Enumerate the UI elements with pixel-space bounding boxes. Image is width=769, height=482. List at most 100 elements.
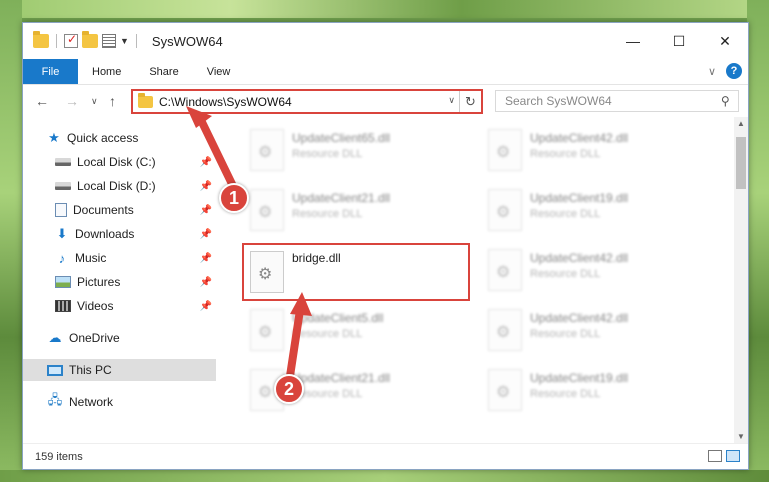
address-bar[interactable]: C:\Windows\SysWOW64 ∨ ↻ xyxy=(131,89,483,114)
pin-icon[interactable]: 📌 xyxy=(200,181,212,192)
file-type: Resource DLL xyxy=(530,328,601,340)
search-icon[interactable]: ⚲ xyxy=(721,94,730,108)
sidebar-item-documents[interactable]: Documents 📌 xyxy=(23,199,216,221)
desktop-background-right xyxy=(747,0,769,482)
file-name: UpdateClient42.dll xyxy=(530,251,629,265)
toolbar-divider xyxy=(56,34,57,48)
file-item[interactable]: UpdateClient42.dll Resource DLL xyxy=(476,305,696,355)
minimize-button[interactable]: — xyxy=(610,23,656,59)
sidebar-item-pictures[interactable]: Pictures 📌 xyxy=(23,271,216,293)
sidebar-item-videos[interactable]: Videos 📌 xyxy=(23,295,216,317)
recent-locations-chevron-icon[interactable]: ∨ xyxy=(91,96,98,107)
pin-icon[interactable]: 📌 xyxy=(200,277,212,288)
address-path[interactable]: C:\Windows\SysWOW64 xyxy=(159,95,292,109)
sidebar-item-local-disk-c[interactable]: Local Disk (C:) 📌 xyxy=(23,151,216,173)
tab-home[interactable]: Home xyxy=(78,59,135,84)
view-properties-icon[interactable] xyxy=(102,34,116,48)
address-dropdown-icon[interactable]: ∨ xyxy=(448,95,455,106)
file-type: Resource DLL xyxy=(292,388,363,400)
customize-toolbar-dropdown-icon[interactable]: ▼ xyxy=(120,36,129,46)
properties-check-icon[interactable] xyxy=(64,32,78,48)
file-item[interactable]: UpdateClient42.dll Resource DLL xyxy=(476,125,696,175)
sidebar-item-this-pc[interactable]: This PC xyxy=(23,359,216,381)
new-folder-icon[interactable] xyxy=(82,31,98,48)
file-item[interactable]: UpdateClient19.dll Resource DLL xyxy=(476,365,696,415)
dll-file-icon xyxy=(250,309,284,351)
tab-share[interactable]: Share xyxy=(135,59,192,84)
desktop-background-left xyxy=(0,0,22,482)
file-name: UpdateClient19.dll xyxy=(530,191,629,205)
folder-icon xyxy=(138,92,153,108)
details-view-icon[interactable] xyxy=(708,450,722,462)
tab-view[interactable]: View xyxy=(193,59,245,84)
dll-file-icon xyxy=(488,129,522,171)
status-bar: 159 items xyxy=(23,443,748,469)
pin-icon[interactable]: 📌 xyxy=(200,253,212,264)
file-item[interactable]: UpdateClient19.dll Resource DLL xyxy=(476,185,696,235)
sidebar-item-network[interactable]: 🖧 Network xyxy=(23,391,216,413)
sidebar-item-label: Pictures xyxy=(77,275,121,289)
network-icon: 🖧 xyxy=(47,392,63,407)
dll-file-icon xyxy=(250,129,284,171)
expand-ribbon-icon[interactable]: ∨ xyxy=(708,65,716,78)
sidebar-item-label: Quick access xyxy=(67,131,139,145)
folder-icon[interactable] xyxy=(33,31,49,48)
file-item-bridge-dll[interactable]: bridge.dll xyxy=(242,243,470,301)
sidebar-item-local-disk-d[interactable]: Local Disk (D:) 📌 xyxy=(23,175,216,197)
sidebar-item-quick-access[interactable]: ★ Quick access xyxy=(23,127,216,149)
sidebar-item-label: Network xyxy=(69,395,114,409)
scroll-down-icon[interactable]: ▼ xyxy=(734,432,748,441)
quick-access-toolbar: ▼ xyxy=(23,31,140,48)
sidebar-item-label: Local Disk (D:) xyxy=(77,179,156,193)
up-arrow-icon[interactable]: ↑ xyxy=(109,93,116,109)
videos-icon xyxy=(55,300,71,312)
disk-icon xyxy=(55,182,71,190)
pin-icon[interactable]: 📌 xyxy=(200,229,212,240)
window-title: SysWOW64 xyxy=(151,33,223,49)
navigation-pane: ★ Quick access Local Disk (C:) 📌 Local D… xyxy=(23,117,216,443)
file-item[interactable]: UpdateClient21.dll Resource DLL xyxy=(238,185,458,235)
ribbon-right-controls: ∨ ? xyxy=(708,63,742,79)
star-icon: ★ xyxy=(48,130,60,145)
refresh-icon[interactable]: ↻ xyxy=(459,91,481,112)
forward-arrow-icon[interactable]: → xyxy=(65,93,79,109)
back-arrow-icon[interactable]: ← xyxy=(35,93,49,109)
pin-icon[interactable]: 📌 xyxy=(200,157,212,168)
desktop-background-bottom xyxy=(0,470,769,482)
file-name: UpdateClient19.dll xyxy=(530,371,629,385)
search-box[interactable]: Search SysWOW64 ⚲ xyxy=(495,90,739,112)
scroll-up-icon[interactable]: ▲ xyxy=(734,119,748,128)
sidebar-item-label: Downloads xyxy=(75,227,135,241)
close-button[interactable]: ✕ xyxy=(702,23,748,59)
file-type: Resource DLL xyxy=(530,268,601,280)
scrollbar-thumb[interactable] xyxy=(736,137,746,189)
sidebar-item-label: Music xyxy=(75,251,107,265)
pc-icon xyxy=(47,364,63,376)
sidebar-item-onedrive[interactable]: ☁ OneDrive xyxy=(23,327,216,349)
tab-file[interactable]: File xyxy=(23,59,78,84)
file-item[interactable]: UpdateClient21.dll Resource DLL xyxy=(238,365,458,415)
search-placeholder[interactable]: Search SysWOW64 xyxy=(505,94,612,108)
large-icons-view-icon[interactable] xyxy=(726,450,740,462)
file-item[interactable]: UpdateClient42.dll Resource DLL xyxy=(476,245,696,295)
file-name: UpdateClient42.dll xyxy=(530,131,629,145)
help-icon[interactable]: ? xyxy=(726,63,742,79)
file-name: UpdateClient5.dll xyxy=(292,311,384,325)
documents-icon xyxy=(55,203,67,217)
pin-icon[interactable]: 📌 xyxy=(200,301,212,312)
step-2-callout: 2 xyxy=(274,374,304,404)
item-count: 159 items xyxy=(35,450,83,463)
file-item[interactable]: UpdateClient65.dll Resource DLL xyxy=(238,125,458,175)
sidebar-item-downloads[interactable]: ⬇ Downloads 📌 xyxy=(23,223,216,245)
sidebar-item-music[interactable]: ♪ Music 📌 xyxy=(23,247,216,269)
file-item[interactable]: UpdateClient5.dll Resource DLL xyxy=(238,305,458,355)
pin-icon[interactable]: 📌 xyxy=(200,205,212,216)
disk-icon xyxy=(55,158,71,166)
file-explorer-window: ▼ SysWOW64 — ☐ ✕ File Home Share View ∨ … xyxy=(22,22,749,470)
sidebar-item-label: This PC xyxy=(69,363,112,377)
sidebar-item-label: Videos xyxy=(77,299,114,313)
maximize-button[interactable]: ☐ xyxy=(656,23,702,59)
desktop-background-top xyxy=(0,0,769,18)
vertical-scrollbar[interactable]: ▲ ▼ xyxy=(734,117,748,443)
file-type: Resource DLL xyxy=(530,148,601,160)
